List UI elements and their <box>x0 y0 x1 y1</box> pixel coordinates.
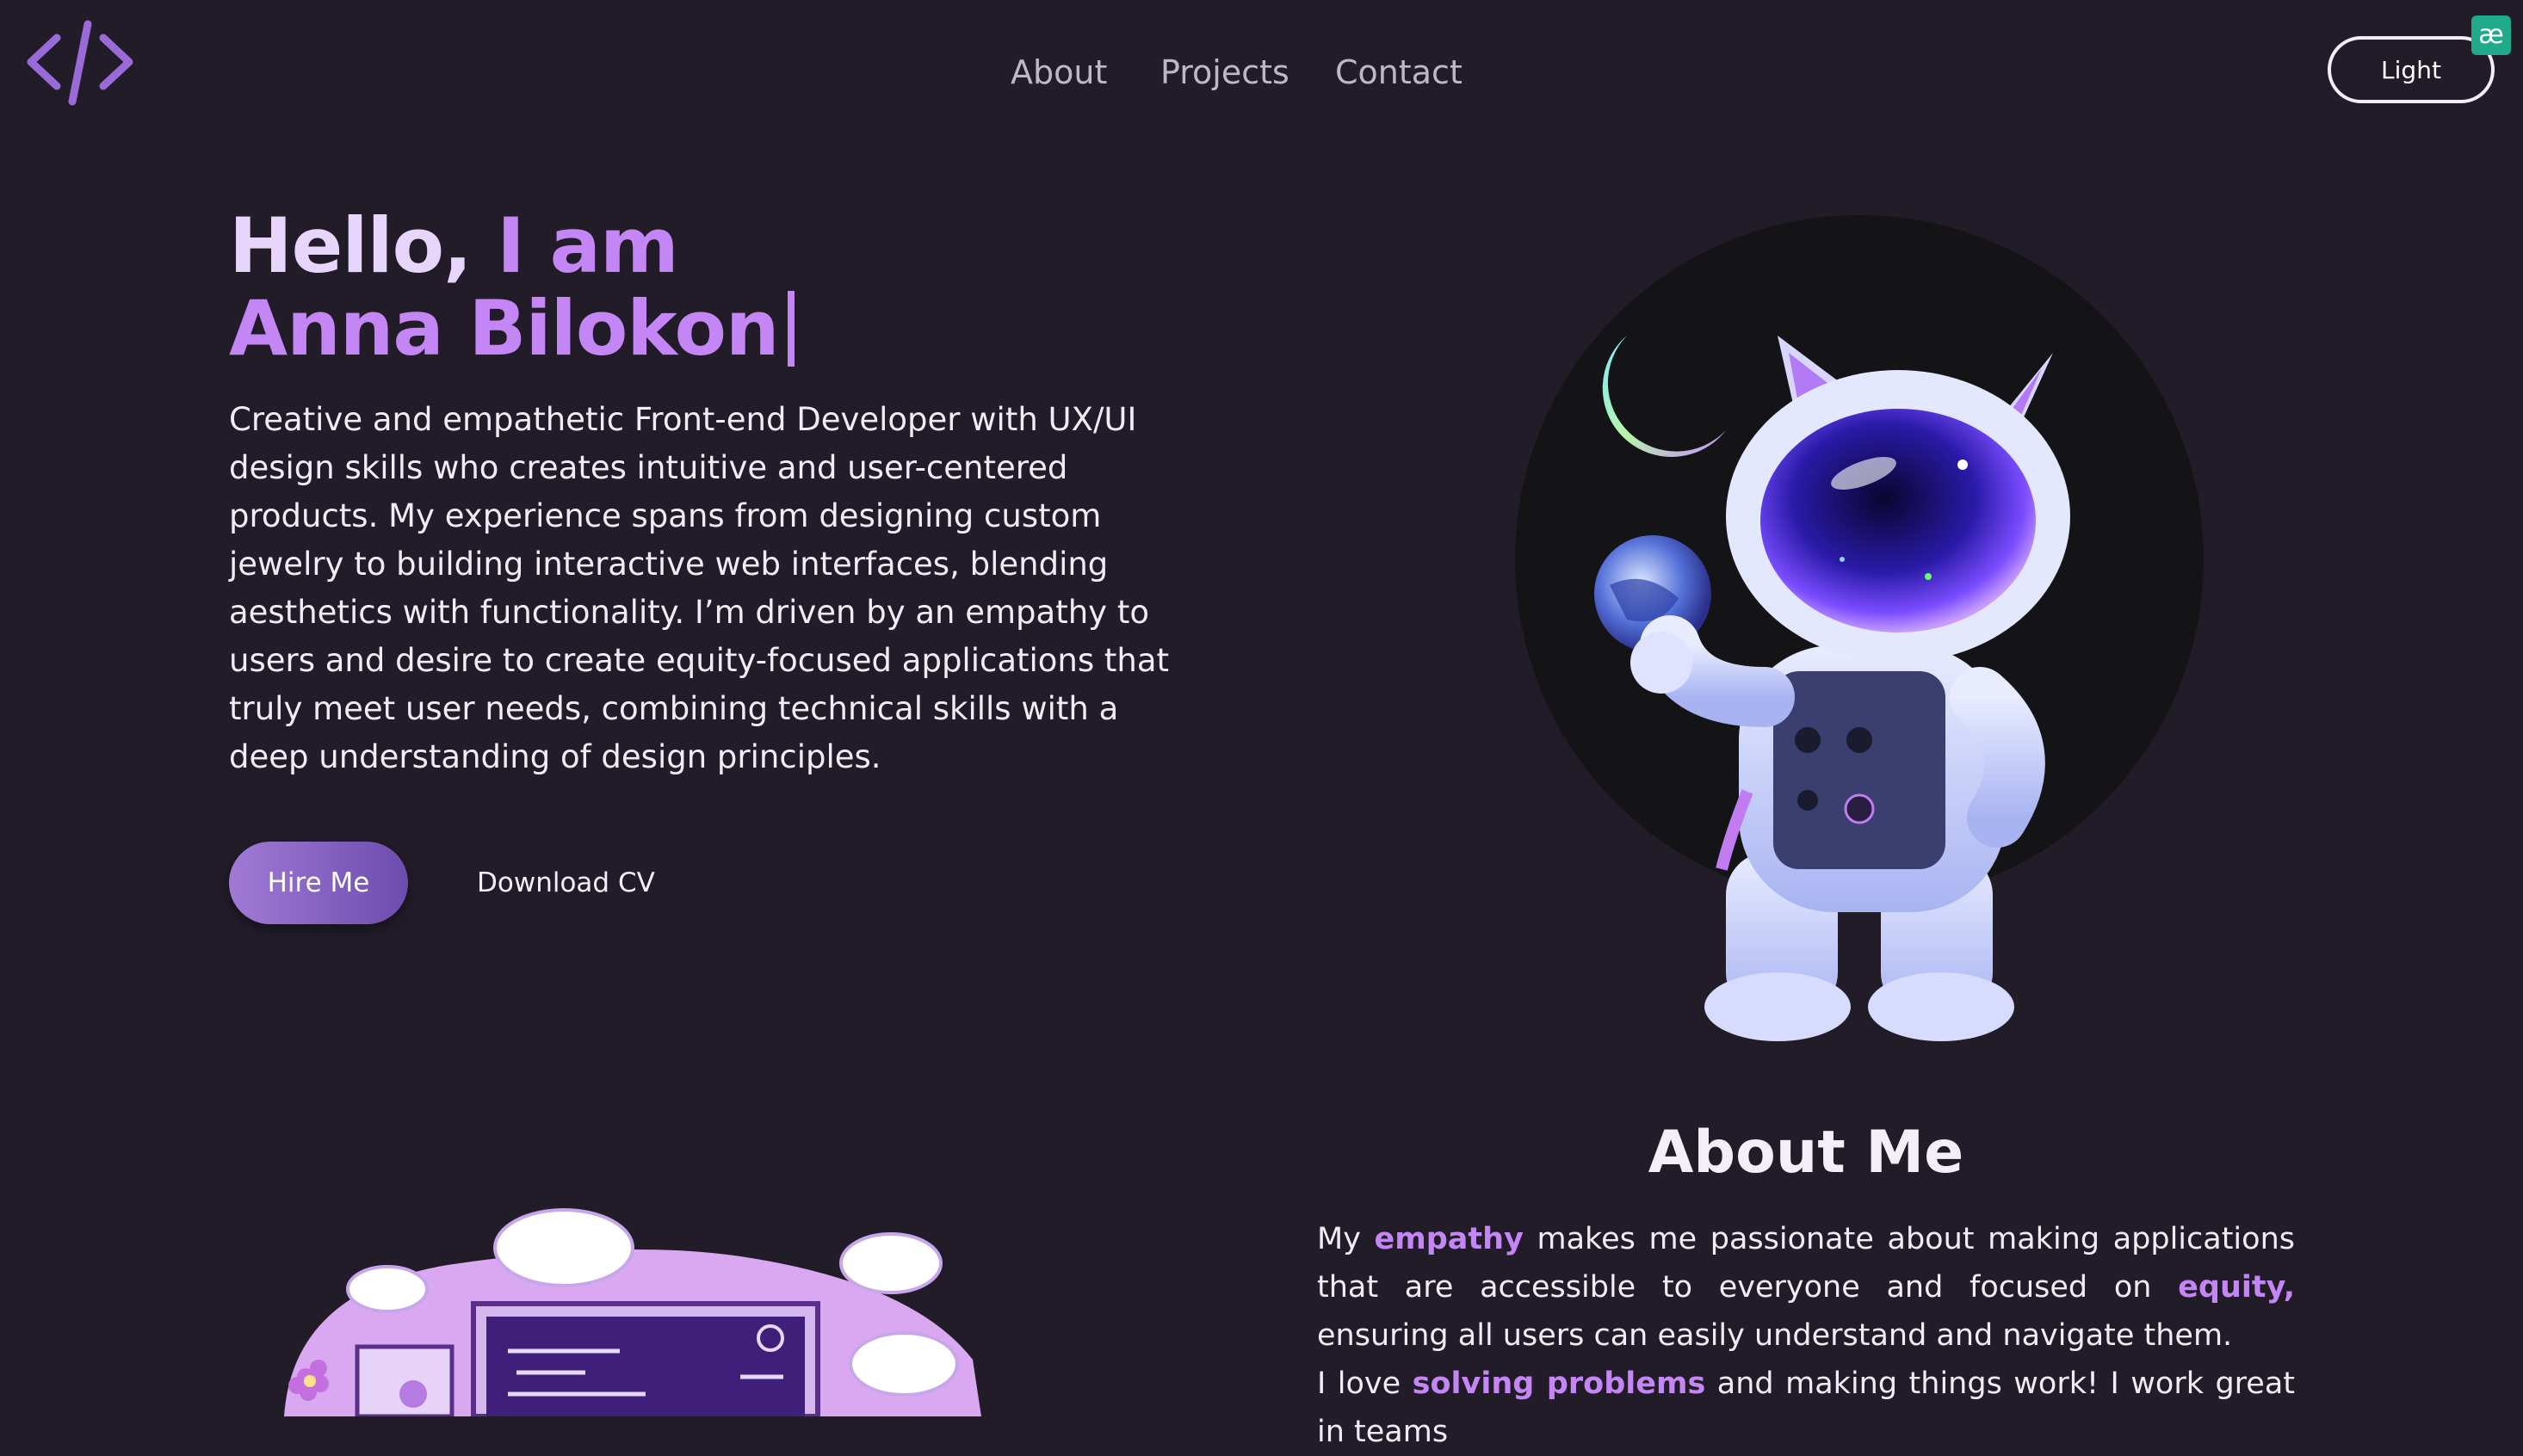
extension-icon[interactable]: æ <box>2471 15 2511 55</box>
nav-about-link[interactable]: About <box>1011 50 1107 95</box>
highlight-solving-problems: solving problems <box>1412 1367 1706 1401</box>
main-nav: About Projects Contact <box>0 50 2523 95</box>
highlight-equity: equity, <box>2178 1270 2295 1305</box>
typing-cursor <box>787 291 795 367</box>
about-text-segment: ensuring all users can easily understand… <box>1317 1318 2233 1353</box>
download-cv-link[interactable]: Download CV <box>477 864 655 902</box>
cloud-laptop-illustration <box>284 1208 981 1416</box>
theme-toggle-button[interactable]: Light <box>2328 36 2495 103</box>
hero-bio: Creative and empathetic Front-end Develo… <box>229 401 1170 775</box>
greeting-text: Hello, <box>229 201 473 290</box>
about-text-segment: My <box>1317 1222 1375 1256</box>
about-paragraph: My empathy makes me passionate about mak… <box>1317 1215 2295 1456</box>
hero-name: Anna Bilokon <box>229 284 780 373</box>
greeting-accent-text: I am <box>471 201 678 290</box>
about-title: About Me <box>1648 1119 1964 1187</box>
hero-title: Hello, I am Anna Bilokon <box>229 205 795 370</box>
astronaut-cat-illustration <box>1515 215 2204 1041</box>
highlight-empathy: empathy <box>1374 1222 1524 1256</box>
hire-me-button[interactable]: Hire Me <box>229 842 408 924</box>
nav-contact-link[interactable]: Contact <box>1335 50 1462 95</box>
about-text-segment: I love <box>1317 1367 1413 1401</box>
nav-projects-link[interactable]: Projects <box>1160 50 1289 95</box>
